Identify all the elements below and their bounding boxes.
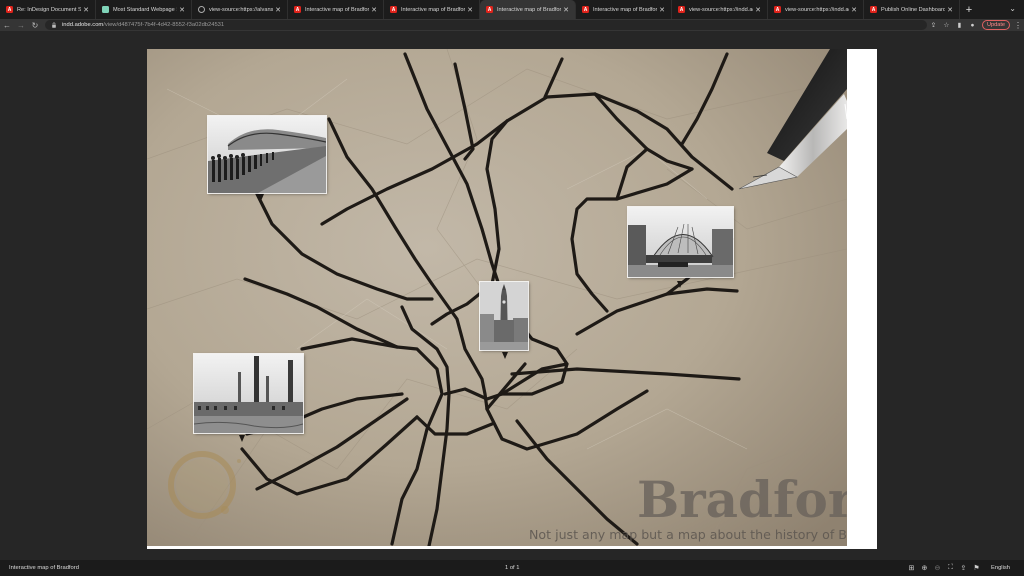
adobe-favicon-icon: A xyxy=(678,6,685,13)
share-doc-icon[interactable]: ⇪ xyxy=(957,564,970,572)
sidepanel-icon[interactable]: ▮ xyxy=(953,19,966,31)
url-path: /view/d487475f-7b4f-4d42-8552-f3a02db245… xyxy=(103,22,225,28)
close-tab-icon[interactable]: ✕ xyxy=(177,6,185,14)
tab-5[interactable]: A Interactive map of Bradford ✕ xyxy=(384,0,480,19)
share-icon[interactable]: ⇪ xyxy=(927,19,940,31)
tab-8[interactable]: Aview-source:https://indd.adob✕ xyxy=(672,0,768,19)
language-selector[interactable]: English xyxy=(991,565,1010,571)
map-tagline: Not just any map but a map about the his… xyxy=(529,527,847,542)
adobe-favicon-icon: A xyxy=(390,6,397,13)
tab-10[interactable]: A Publish Online Dashboard ✕ xyxy=(864,0,960,19)
adobe-favicon-icon: A xyxy=(294,6,301,13)
tab-title: Interactive map of Bradford xyxy=(497,6,561,13)
new-tab-button[interactable]: + xyxy=(960,0,978,19)
close-tab-icon[interactable]: ✕ xyxy=(369,6,377,14)
tab-title: view-source:https://indd.adob xyxy=(785,6,849,13)
adobe-favicon-icon: A xyxy=(486,6,493,13)
tab-9[interactable]: Aview-source:https://indd.adob✕ xyxy=(768,0,864,19)
back-icon[interactable]: ← xyxy=(0,19,14,31)
tab-title: Publish Online Dashboard xyxy=(881,6,945,13)
tab-4[interactable]: A Interactive map of Bradford ✕ xyxy=(288,0,384,19)
close-tab-icon[interactable]: ✕ xyxy=(753,6,761,14)
close-tab-icon[interactable]: ✕ xyxy=(945,6,953,14)
tab-list: ARe: InDesign Document Setup✕Most Standa… xyxy=(0,0,960,19)
sheet-favicon-icon xyxy=(102,6,109,13)
tab-strip: ARe: InDesign Document Setup✕Most Standa… xyxy=(0,0,1024,19)
document-viewer: Bradford Not just any map but a map abou… xyxy=(0,31,1024,560)
close-tab-icon[interactable]: ✕ xyxy=(273,6,281,14)
document-title: Interactive map of Bradford xyxy=(9,565,79,571)
tab-1[interactable]: A Re: InDesign Document Setup✕ xyxy=(0,0,96,19)
menu-icon[interactable]: ⋮ xyxy=(1012,21,1024,30)
tab-title: Interactive map of Bradford xyxy=(401,6,465,13)
photo-city-hall-tower[interactable] xyxy=(480,282,528,350)
globe-favicon-icon xyxy=(198,6,205,13)
close-tab-icon[interactable]: ✕ xyxy=(465,6,473,14)
tab-3[interactable]: view-source:https://alvanstrip✕ xyxy=(192,0,288,19)
close-tab-icon[interactable]: ✕ xyxy=(657,6,665,14)
grid-icon[interactable]: ⊞ xyxy=(905,564,918,572)
toolbar-actions: ⇪ ☆ ▮ ● Update ⋮ xyxy=(927,19,1024,31)
tab-title: Interactive map of Bradford xyxy=(593,6,657,13)
photo-arched-station[interactable] xyxy=(628,207,733,277)
page-indicator: 1 of 1 xyxy=(505,565,520,571)
lock-icon xyxy=(52,22,56,28)
close-tab-icon[interactable]: ✕ xyxy=(849,6,857,14)
fit-page-icon[interactable]: ⛶ xyxy=(944,564,957,572)
tab-title: view-source:https://alvanstrip xyxy=(209,6,273,13)
update-button[interactable]: Update xyxy=(981,20,1010,30)
document-page: Bradford Not just any map but a map abou… xyxy=(147,49,877,549)
close-tab-icon[interactable]: ✕ xyxy=(81,6,89,14)
tab-title: Interactive map of Bradford xyxy=(305,6,369,13)
tab-6[interactable]: A Interactive map of Bradford ✕ xyxy=(480,0,576,19)
address-bar[interactable]: indd.adobe.com/view/d487475f-7b4f-4d42-8… xyxy=(45,20,927,30)
viewer-controls: ⊞ ⊕ ⊖ ⛶ ⇪ ⚑ English xyxy=(905,560,1010,576)
profile-icon[interactable]: ● xyxy=(966,19,979,31)
tab-2[interactable]: Most Standard Webpage Size✕ xyxy=(96,0,192,19)
adobe-favicon-icon: A xyxy=(582,6,589,13)
zoom-out-icon[interactable]: ⊖ xyxy=(931,564,944,572)
star-icon[interactable]: ☆ xyxy=(940,19,953,31)
reload-icon[interactable]: ↻ xyxy=(28,19,42,31)
adobe-favicon-icon: A xyxy=(774,6,781,13)
flag-icon[interactable]: ⚑ xyxy=(970,564,983,572)
map-artwork: Bradford Not just any map but a map abou… xyxy=(147,49,847,546)
close-tab-icon[interactable]: ✕ xyxy=(561,6,569,14)
zoom-in-icon[interactable]: ⊕ xyxy=(918,564,931,572)
forward-icon[interactable]: → xyxy=(14,19,28,31)
url-host: indd.adobe.com xyxy=(62,22,104,28)
browser-toolbar: ← → ↻ indd.adobe.com/view/d487475f-7b4f-… xyxy=(0,19,1024,31)
tab-7[interactable]: A Interactive map of Bradford ✕ xyxy=(576,0,672,19)
tab-title: Most Standard Webpage Size xyxy=(113,6,177,13)
viewer-bottom-bar: Interactive map of Bradford 1 of 1 ⊞ ⊕ ⊖… xyxy=(0,560,1024,576)
tab-title: view-source:https://indd.adob xyxy=(689,6,753,13)
tab-title: Re: InDesign Document Setup xyxy=(17,6,81,13)
tab-search-icon[interactable]: ⌄ xyxy=(1009,4,1016,13)
photo-mill-chimneys[interactable] xyxy=(194,354,303,433)
map-title: Bradford xyxy=(637,470,847,529)
photo-stadium-crowd[interactable] xyxy=(208,116,326,193)
adobe-favicon-icon: A xyxy=(6,6,13,13)
adobe-favicon-icon: A xyxy=(870,6,877,13)
